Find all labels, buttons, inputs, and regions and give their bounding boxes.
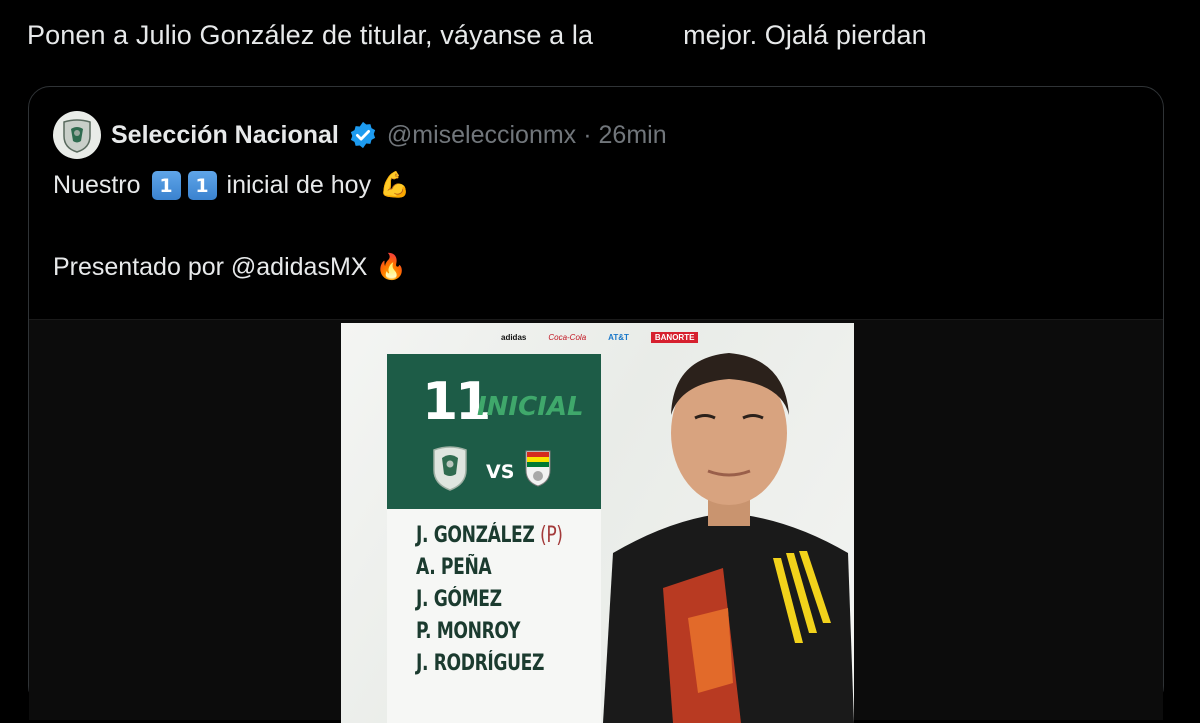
quoted-tweet-header: Selección Nacional @miseleccionmx · 26mi… (53, 111, 667, 159)
player-name: A. PEÑA (416, 555, 492, 580)
tweet-text: Ponen a Julio González de titular, váyan… (27, 20, 927, 51)
lineup-image[interactable]: adidas Coca-Cola AT&T BANORTE 11 INICIAL… (341, 323, 854, 723)
fire-icon: 🔥 (375, 253, 407, 281)
line-text: Nuestro (53, 171, 141, 199)
lineup-header-card: 11 INICIAL VS (387, 354, 601, 509)
mexico-crest-icon (63, 119, 91, 153)
player-name: J. GÓMEZ (416, 587, 502, 612)
mexico-crest-icon (433, 446, 467, 491)
separator-dot: · (583, 120, 592, 149)
line-text: inicial de hoy (226, 171, 372, 199)
line-text: Presentado por @adidasMX (53, 253, 368, 281)
keycap-one-icon: 1 (187, 171, 217, 200)
bolivia-crest-icon (525, 450, 551, 487)
timestamp[interactable]: 26min (599, 121, 667, 150)
quoted-tweet-line-2: Presentado por @adidasMX 🔥 (53, 253, 407, 282)
media-container[interactable]: adidas Coca-Cola AT&T BANORTE 11 INICIAL… (29, 319, 1163, 723)
inicial-label: INICIAL (477, 392, 584, 422)
player-list: J. GONZÁLEZ (P) A. PEÑA J. GÓMEZ P. MONR… (387, 509, 601, 723)
quoted-tweet-line-1: Nuestro 1 1 inicial de hoy 💪 (53, 171, 410, 200)
account-name[interactable]: Selección Nacional (111, 121, 339, 150)
player-name-text: J. GONZÁLEZ (416, 523, 535, 548)
tweet-text-part-1: Ponen a Julio González de titular, váyan… (27, 20, 594, 50)
verified-badge-icon (350, 121, 375, 149)
keycap-one-icon: 1 (151, 171, 181, 200)
redacted-word (597, 20, 680, 50)
player-name: J. RODRÍGUEZ (416, 651, 545, 676)
sponsor-logo: Coca-Cola (548, 333, 587, 342)
quoted-tweet-card[interactable]: Selección Nacional @miseleccionmx · 26mi… (28, 86, 1164, 723)
vs-label: VS (486, 461, 515, 483)
account-handle[interactable]: @miseleccionmx (387, 121, 576, 150)
sponsor-logo: adidas (501, 333, 527, 342)
player-name: J. GONZÁLEZ (P) (416, 523, 563, 548)
goalkeeper-photo (603, 353, 854, 723)
flexed-biceps-icon: 💪 (379, 171, 411, 199)
avatar[interactable] (53, 111, 101, 159)
player-name: P. MONROY (416, 619, 521, 644)
position-label: (P) (540, 523, 563, 548)
tweet-text-part-2: mejor. Ojalá pierdan (683, 20, 927, 50)
